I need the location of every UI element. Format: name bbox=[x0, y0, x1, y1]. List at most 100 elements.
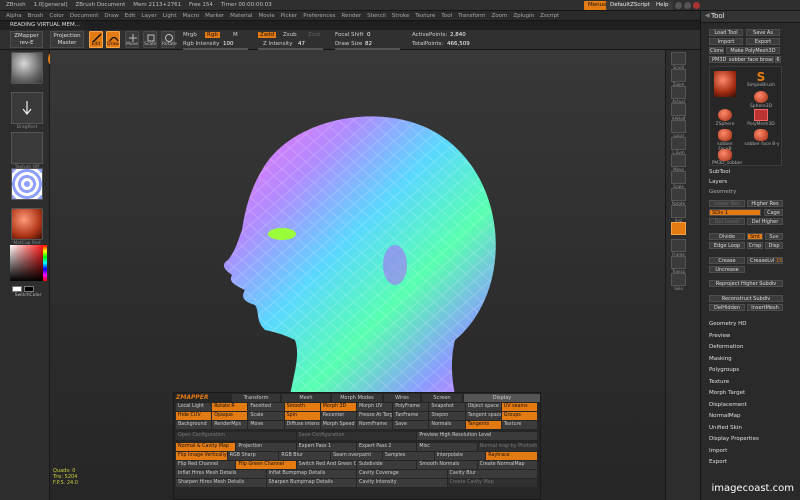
zmapper-preview-high-resolution-level-button[interactable]: Preview High Resolution Level bbox=[417, 432, 537, 440]
zmapper-morph-speed-button[interactable]: Morph Speed bbox=[320, 421, 356, 429]
zmapper-rotate-r-button[interactable]: Rotate R bbox=[212, 403, 248, 411]
sdiv-slider[interactable]: SDiv 1 bbox=[709, 209, 761, 216]
sobber-face-by-icon[interactable] bbox=[754, 129, 768, 141]
zmapper-create-normalmap-button[interactable]: Create NormalMap bbox=[477, 461, 537, 469]
actual-button[interactable] bbox=[671, 86, 686, 99]
zmapper-save-configuration-button[interactable]: Save Configuration bbox=[296, 432, 417, 440]
close-icon[interactable] bbox=[693, 2, 700, 9]
zmapper-uv-seams-button[interactable]: UV seams bbox=[501, 403, 537, 411]
draw-button[interactable]: Draw bbox=[106, 31, 120, 48]
zmapper-spin-button[interactable]: Spin bbox=[284, 412, 320, 420]
sobber-face-b-icon[interactable] bbox=[718, 129, 732, 141]
tab-display[interactable]: Display bbox=[464, 394, 540, 402]
del-lower-button[interactable]: Del Lower bbox=[709, 218, 745, 225]
divide-button[interactable]: Divide bbox=[709, 233, 745, 240]
pm3d-sobber-icon[interactable] bbox=[718, 149, 732, 161]
smt-toggle[interactable]: Smt bbox=[747, 233, 763, 240]
zmapper-rendermps-button[interactable]: RenderMps bbox=[212, 421, 248, 429]
section-masking[interactable]: Masking bbox=[709, 356, 732, 362]
move-button[interactable]: Move bbox=[125, 31, 139, 48]
zmapper-sharpen-bumpmap-details-button[interactable]: Sharpen Bumpmap Details bbox=[266, 479, 356, 487]
zmapper-tangent-space-n-map-button[interactable]: Tangent space N.Map bbox=[465, 412, 501, 420]
zadd-button[interactable]: Zadd bbox=[258, 32, 277, 38]
zmapper-flip-image-vertically-button[interactable]: Flip Image Vertically bbox=[176, 452, 227, 460]
zmapper-expert-pass-2-button[interactable]: Expert Pass 2 bbox=[357, 443, 417, 451]
zmapper-normal-map-by-photoshop-button[interactable]: Normal map by Photoshop bbox=[477, 443, 537, 451]
menu-item-edit[interactable]: Edit bbox=[125, 11, 136, 21]
hue-strip[interactable] bbox=[43, 245, 47, 281]
zmapper-object-space-n-map-button[interactable]: Object space N.Map bbox=[465, 403, 501, 411]
main-color-swatch[interactable] bbox=[12, 286, 22, 292]
export-button[interactable]: Export bbox=[746, 38, 780, 45]
zmapper-snapshot-button[interactable]: Snapshot bbox=[429, 403, 465, 411]
maximize-icon[interactable] bbox=[684, 2, 691, 9]
zoom-button[interactable] bbox=[671, 69, 686, 82]
section-polygroups[interactable]: Polygroups bbox=[709, 367, 739, 373]
lower-res-button[interactable]: Lower Res bbox=[709, 200, 745, 207]
zmapper-normframe-button[interactable]: NormFrame bbox=[357, 421, 393, 429]
del-hidden-button[interactable]: DelHidden bbox=[709, 304, 745, 311]
solo-button[interactable] bbox=[671, 273, 686, 286]
zmapper-local-light-button[interactable]: Local Light bbox=[176, 403, 212, 411]
toggle-button[interactable] bbox=[671, 222, 686, 235]
del-higher-button[interactable]: Del Higher bbox=[747, 218, 783, 225]
zmapper-morph-3d-button[interactable]: Morph 3D bbox=[320, 403, 356, 411]
section-preview[interactable]: Preview bbox=[709, 333, 730, 339]
section-normalmap[interactable]: NormalMap bbox=[709, 413, 741, 419]
tab-screen[interactable]: Screen bbox=[422, 394, 462, 402]
clone-button[interactable]: Clone bbox=[709, 47, 724, 54]
menu-item-document[interactable]: Document bbox=[70, 11, 99, 21]
rotate-button[interactable]: Rotate bbox=[161, 31, 177, 48]
suv-toggle[interactable]: Suv bbox=[765, 233, 783, 240]
geometry-section[interactable]: Geometry bbox=[709, 189, 736, 195]
rotate-button[interactable] bbox=[671, 188, 686, 201]
zmapper-polyframe-button[interactable]: PolyFrame bbox=[393, 403, 429, 411]
zmapper-background-button[interactable]: Background bbox=[176, 421, 212, 429]
scale-button[interactable] bbox=[671, 171, 686, 184]
menu-item-texture[interactable]: Texture bbox=[415, 11, 435, 21]
zmapper-scale-button[interactable]: Scale bbox=[248, 412, 284, 420]
zmapper-diffuse-intensity-button[interactable]: Diffuse intensity bbox=[284, 421, 320, 429]
zmapper-switch-red-and-green-channels-button[interactable]: Switch Red And Green Channels bbox=[296, 461, 356, 469]
crisp-toggle[interactable]: Crisp bbox=[747, 242, 763, 249]
zmapper-flip-green-channel-button[interactable]: Flip Green Channel bbox=[236, 461, 296, 469]
zmapper-freeze-at-target-button[interactable]: Freeze At Target bbox=[357, 412, 393, 420]
tab-morph-modes[interactable]: Morph Modes bbox=[332, 394, 382, 402]
zmapper-projection-button[interactable]: Projection bbox=[236, 443, 296, 451]
menu-item-macro[interactable]: Macro bbox=[183, 11, 200, 21]
menu-item-marker[interactable]: Marker bbox=[205, 11, 224, 21]
scroll-button[interactable] bbox=[671, 52, 686, 65]
zmapper-smooth-normals-button[interactable]: Smooth Normals bbox=[417, 461, 477, 469]
tab-mesh[interactable]: Mesh bbox=[282, 394, 330, 402]
zcut-button[interactable]: Zcut bbox=[308, 32, 320, 38]
zmapper-tangents-button[interactable]: Tangents bbox=[465, 421, 501, 429]
zmapper-facetted-button[interactable]: Facetted bbox=[248, 403, 284, 411]
zmapper-seam-overpaint-button[interactable]: Seam overpaint bbox=[331, 452, 382, 460]
section-import[interactable]: Import bbox=[709, 448, 727, 454]
help-button[interactable]: Help bbox=[652, 1, 673, 10]
zmapper-flip-red-channel-button[interactable]: Flip Red Channel bbox=[176, 461, 236, 469]
zmapper-normal-cavity-map-button[interactable]: Normal & Cavity Map bbox=[176, 443, 236, 451]
zmapper-samples-button[interactable]: Samples bbox=[382, 452, 434, 460]
zmapper-plugin-button[interactable]: ZMapper rev-E bbox=[10, 31, 43, 48]
zmapper-morph-uv-button[interactable]: Morph UV bbox=[357, 403, 393, 411]
rgb-button[interactable]: Rgb bbox=[205, 32, 220, 38]
zmapper-tanframe-button[interactable]: TanFrame bbox=[393, 412, 429, 420]
menu-item-color[interactable]: Color bbox=[50, 11, 64, 21]
edge-loop-button[interactable]: Edge Loop bbox=[709, 242, 745, 249]
palette-collapse-icon[interactable]: ◀ bbox=[705, 12, 710, 19]
mrgb-button[interactable]: Mrgb bbox=[183, 32, 197, 38]
zmapper-inflat-hires-mesh-details-button[interactable]: Inflat Hires Mesh Details bbox=[176, 470, 266, 478]
secondary-color-swatch[interactable] bbox=[24, 286, 34, 292]
zmapper-rgb-sharp-button[interactable]: RGB Sharp bbox=[227, 452, 279, 460]
tab-wires[interactable]: Wires bbox=[384, 394, 420, 402]
zmapper-open-configuration-button[interactable]: Open Configuration bbox=[176, 432, 296, 440]
section-unified-skin[interactable]: Unified Skin bbox=[709, 425, 742, 431]
section-morph-target[interactable]: Morph Target bbox=[709, 390, 745, 396]
menu-item-brush[interactable]: Brush bbox=[28, 11, 44, 21]
reproject-button[interactable]: Reproject Higher Subdiv bbox=[709, 280, 783, 287]
menu-item-zscript[interactable]: Zscript bbox=[540, 11, 559, 21]
zmapper-rgb-blur-button[interactable]: RGB Blur bbox=[279, 452, 331, 460]
sphere3d-icon[interactable] bbox=[754, 91, 768, 103]
menu-item-render[interactable]: Render bbox=[342, 11, 362, 21]
